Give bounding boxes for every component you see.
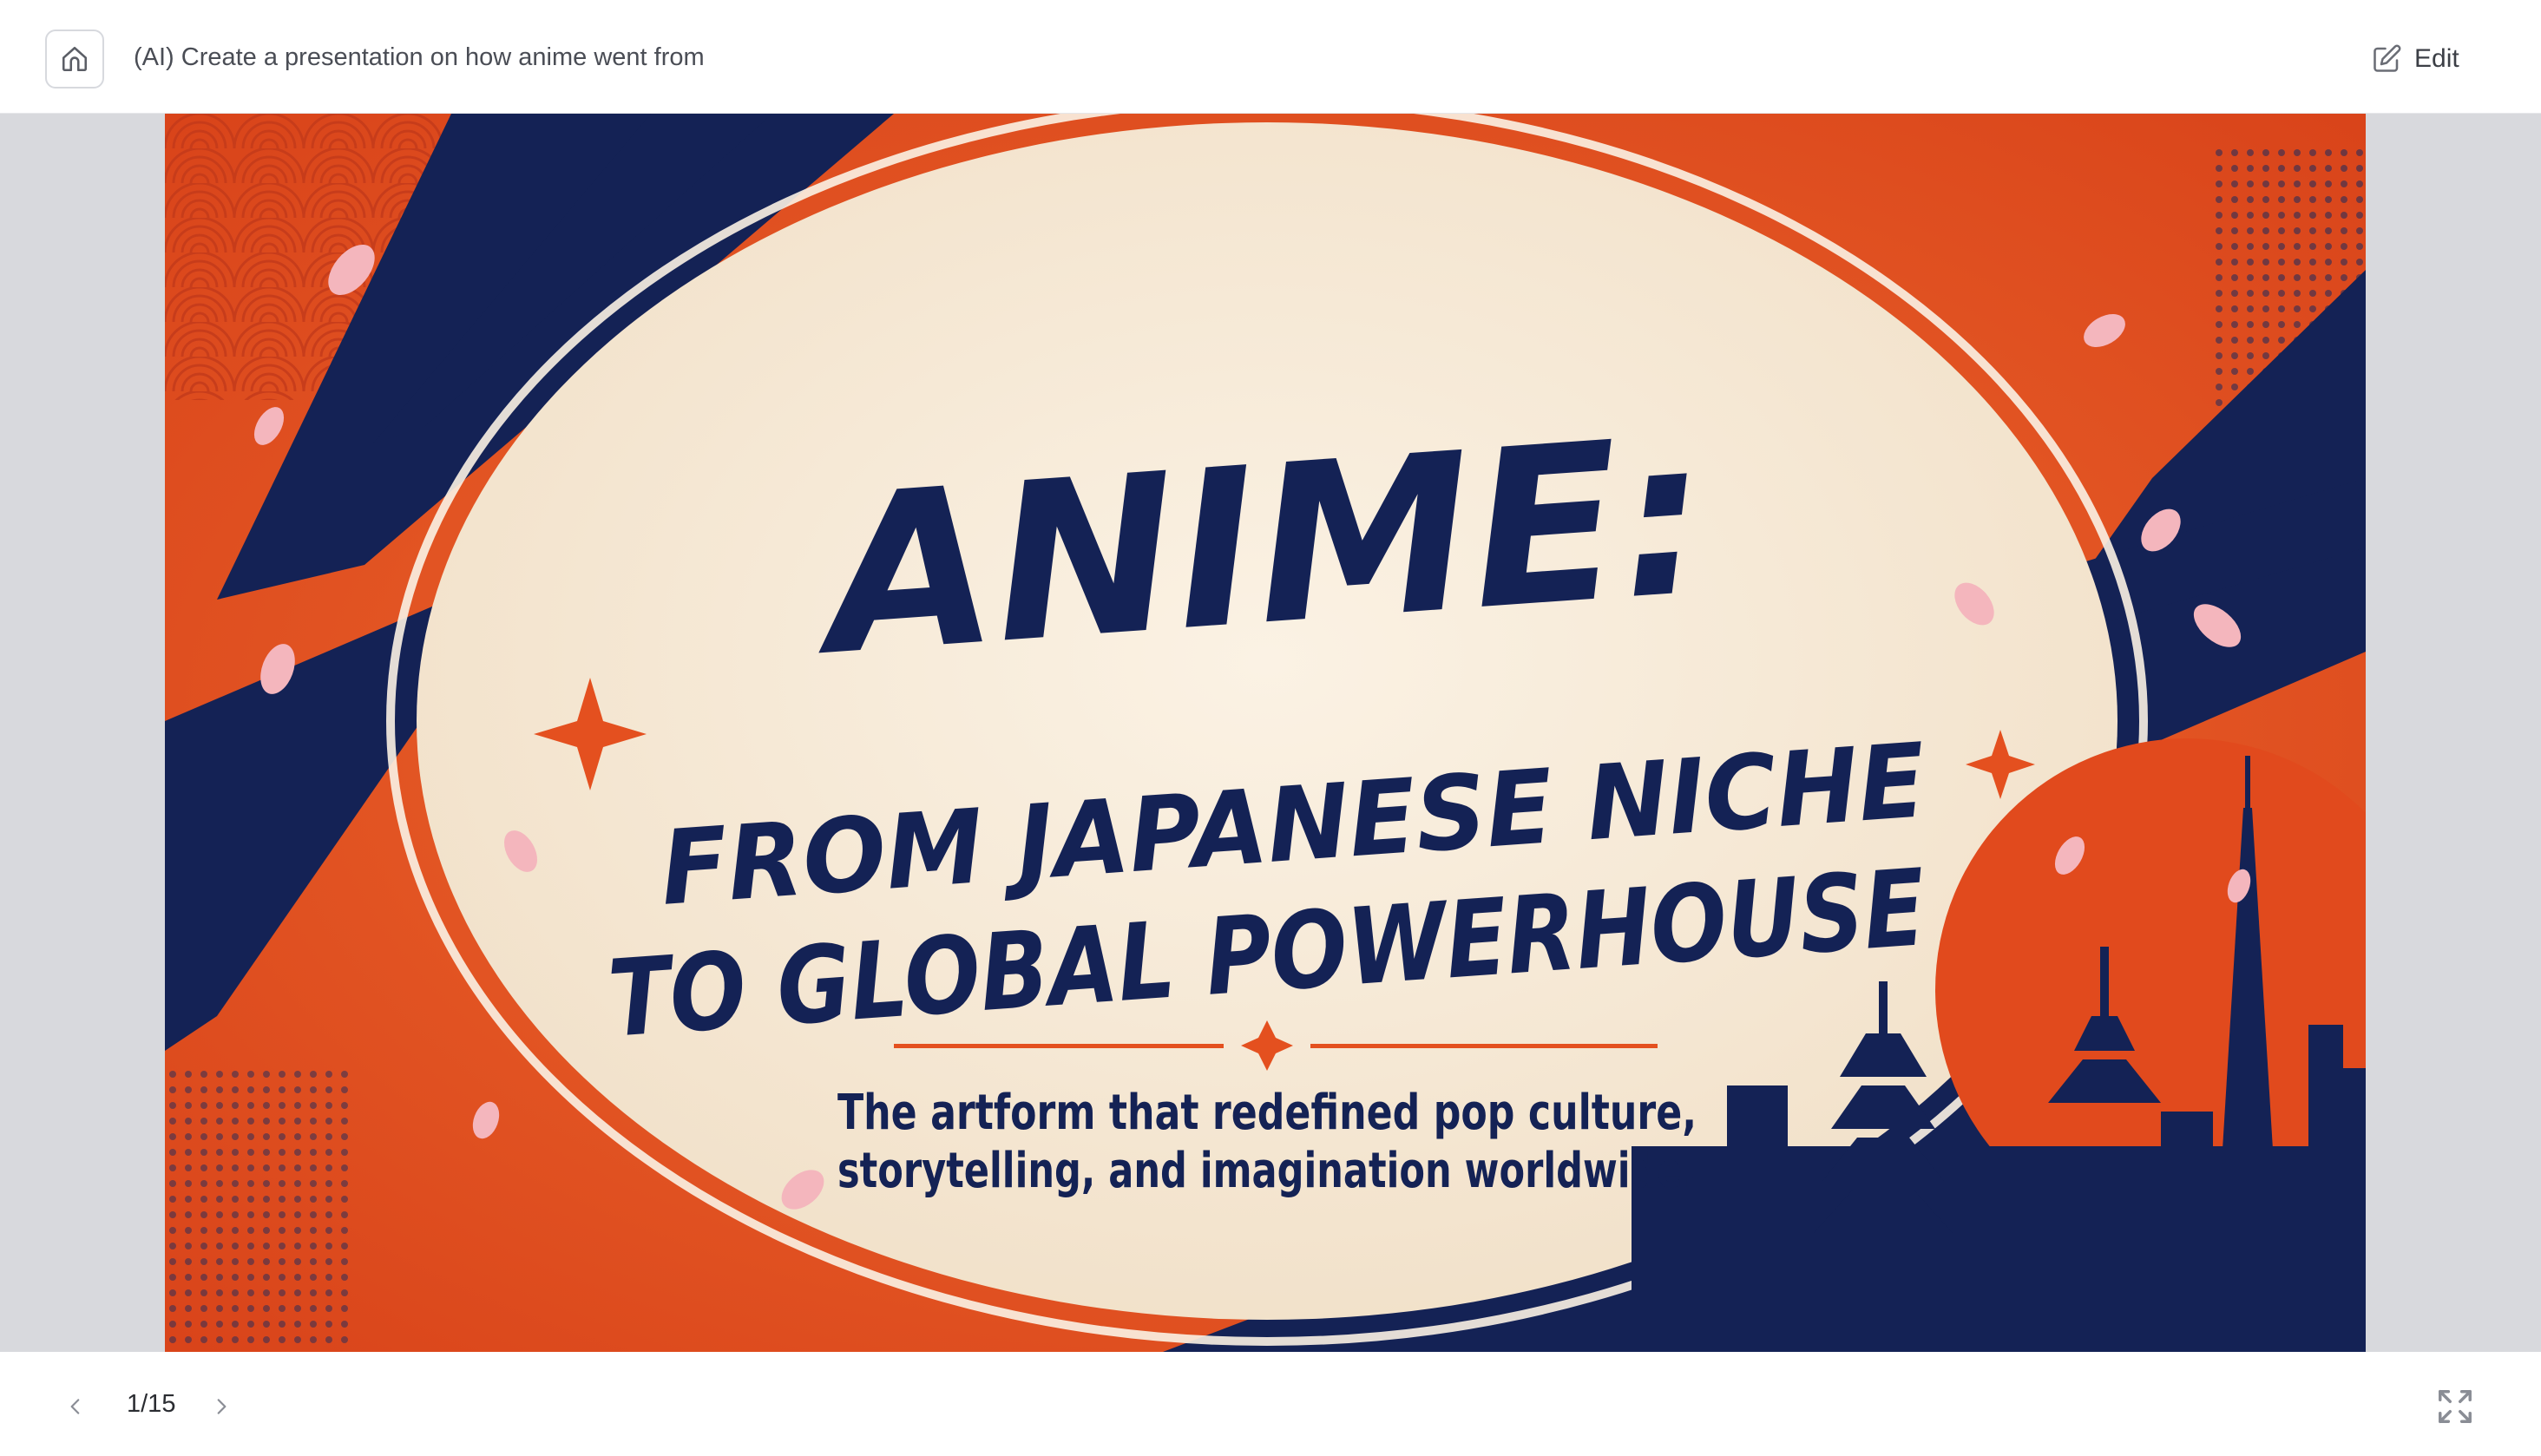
presentation-title: (AI) Create a presentation on how anime … — [134, 43, 705, 71]
chevron-left-icon — [70, 1399, 80, 1414]
home-button[interactable] — [45, 30, 104, 89]
slide-canvas: ANIME: FROM JAPANESE NICHE TO GLOBAL POW… — [165, 114, 2366, 1352]
edit-icon — [2374, 44, 2401, 72]
next-slide-button[interactable] — [200, 1385, 243, 1428]
subtitle-line-2: storytelling, and imagination worldwide. — [837, 1143, 1697, 1199]
home-icon — [62, 46, 88, 72]
fullscreen-icon — [2439, 1390, 2472, 1423]
chevron-right-icon — [217, 1399, 227, 1414]
edit-button[interactable]: Edit — [2371, 35, 2459, 83]
prev-slide-button[interactable] — [54, 1385, 97, 1428]
edit-label: Edit — [2414, 44, 2459, 73]
subtitle-line-1: The artform that redefined pop culture, — [837, 1085, 1697, 1141]
header-bar: (AI) Create a presentation on how anime … — [0, 9, 2541, 114]
fullscreen-button[interactable] — [2435, 1387, 2475, 1426]
footer-bar: 1/15 — [0, 1352, 2541, 1456]
page-indicator: 1/15 — [127, 1390, 176, 1418]
halftone-bottom-left — [165, 1068, 356, 1352]
